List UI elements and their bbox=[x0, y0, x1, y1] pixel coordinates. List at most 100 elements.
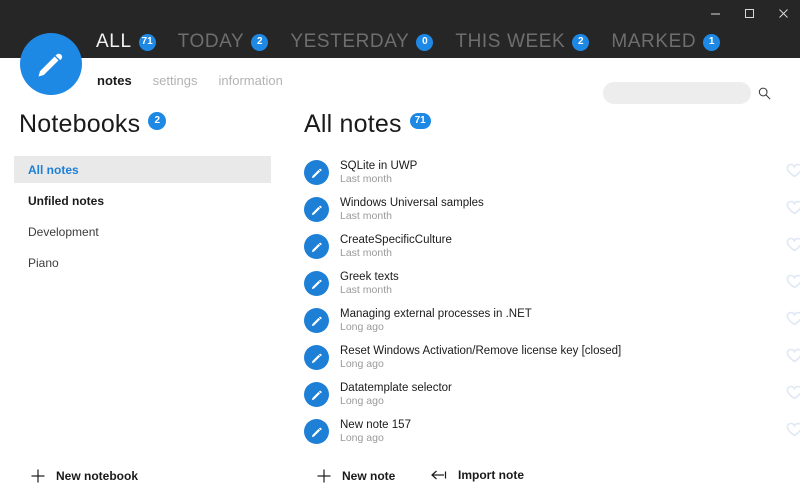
favorite-heart-icon[interactable] bbox=[786, 385, 800, 405]
notes-title: All notes bbox=[304, 110, 402, 138]
notebooks-count-badge: 2 bbox=[148, 111, 167, 130]
note-title: CreateSpecificCulture bbox=[340, 234, 452, 246]
notebook-list: All notes Unfiled notes Development Piano bbox=[14, 156, 271, 276]
nav-filter-count-badge: 0 bbox=[416, 33, 434, 51]
nav-filter-label: THIS WEEK bbox=[455, 31, 566, 52]
favorite-heart-icon[interactable] bbox=[786, 348, 800, 368]
note-row[interactable]: Greek texts Last month bbox=[304, 265, 800, 302]
note-row[interactable]: Windows Universal samples Last month bbox=[304, 191, 800, 228]
maximize-button[interactable] bbox=[732, 0, 766, 26]
note-pencil-icon bbox=[304, 382, 329, 407]
note-timestamp: Last month bbox=[340, 173, 392, 185]
note-pencil-icon bbox=[304, 308, 329, 333]
window-controls bbox=[698, 0, 800, 26]
nav-filter-today[interactable]: TODAY 2 bbox=[178, 31, 269, 53]
minimize-icon bbox=[710, 13, 720, 14]
import-arrow-icon bbox=[430, 468, 448, 482]
note-text: Datatemplate selector Long ago bbox=[340, 381, 452, 408]
nav-filter-list: ALL 71 TODAY 2 YESTERDAY 0 THIS WEEK 2 MARKED 1 bbox=[96, 26, 721, 58]
nav-filter-label: ALL bbox=[96, 31, 132, 52]
search-input[interactable] bbox=[603, 82, 751, 104]
notes-header: All notes 71 bbox=[304, 110, 431, 139]
favorite-heart-icon[interactable] bbox=[786, 422, 800, 442]
note-row[interactable]: Managing external processes in .NET Long … bbox=[304, 302, 800, 339]
note-row[interactable]: CreateSpecificCulture Last month bbox=[304, 228, 800, 265]
note-text: SQLite in UWP Last month bbox=[340, 159, 417, 186]
note-timestamp: Last month bbox=[340, 247, 392, 259]
maximize-icon bbox=[744, 8, 754, 18]
bottom-action-bar: New notebook New note Import note bbox=[0, 456, 800, 500]
notes-count-badge: 71 bbox=[409, 112, 431, 129]
note-pencil-icon bbox=[304, 234, 329, 259]
notebook-item-all-notes[interactable]: All notes bbox=[14, 156, 271, 183]
nav-filter-this-week[interactable]: THIS WEEK 2 bbox=[455, 31, 590, 53]
note-pencil-icon bbox=[304, 345, 329, 370]
note-row[interactable]: New note 157 Long ago bbox=[304, 413, 800, 450]
note-pencil-icon bbox=[304, 271, 329, 296]
nav-filter-count-badge: 2 bbox=[251, 33, 269, 51]
note-timestamp: Last month bbox=[340, 284, 392, 296]
note-title: Datatemplate selector bbox=[340, 382, 452, 394]
pencil-icon bbox=[311, 205, 322, 215]
favorite-heart-icon[interactable] bbox=[786, 311, 800, 331]
pencil-icon bbox=[311, 427, 322, 437]
note-row[interactable]: Datatemplate selector Long ago bbox=[304, 376, 800, 413]
note-text: Windows Universal samples Last month bbox=[340, 196, 484, 223]
tab-information[interactable]: information bbox=[218, 73, 282, 88]
notebooks-title: Notebooks bbox=[19, 110, 141, 138]
tab-list: notes settings information bbox=[97, 73, 283, 88]
note-pencil-icon bbox=[304, 160, 329, 185]
tab-settings[interactable]: settings bbox=[153, 73, 198, 88]
note-pencil-icon bbox=[304, 419, 329, 444]
note-row[interactable]: SQLite in UWP Last month bbox=[304, 154, 800, 191]
note-timestamp: Long ago bbox=[340, 432, 384, 444]
minimize-button[interactable] bbox=[698, 0, 732, 26]
new-note-button[interactable]: New note bbox=[316, 468, 395, 484]
search-area bbox=[603, 82, 772, 104]
note-pencil-icon bbox=[304, 197, 329, 222]
note-timestamp: Long ago bbox=[340, 358, 384, 370]
pencil-icon bbox=[311, 279, 322, 289]
note-title: Reset Windows Activation/Remove license … bbox=[340, 345, 622, 357]
pencil-icon bbox=[311, 316, 322, 326]
notebook-item-development[interactable]: Development bbox=[14, 218, 271, 245]
notebook-item-piano[interactable]: Piano bbox=[14, 249, 271, 276]
note-row[interactable]: Reset Windows Activation/Remove license … bbox=[304, 339, 800, 376]
tab-notes[interactable]: notes bbox=[97, 73, 132, 88]
note-text: Reset Windows Activation/Remove license … bbox=[340, 344, 621, 371]
new-notebook-button[interactable]: New notebook bbox=[30, 468, 138, 484]
note-title: SQLite in UWP bbox=[340, 160, 418, 172]
note-title: Greek texts bbox=[340, 271, 399, 283]
nav-filter-count-badge: 2 bbox=[572, 33, 590, 51]
notes-panel: All notes 71 SQLite in UWP Last month Wind… bbox=[283, 106, 800, 500]
import-note-label: Import note bbox=[458, 468, 524, 482]
favorite-heart-icon[interactable] bbox=[786, 237, 800, 257]
pencil-icon bbox=[311, 242, 322, 252]
plus-icon bbox=[30, 468, 46, 484]
note-text: New note 157 Long ago bbox=[340, 418, 411, 445]
favorite-heart-icon[interactable] bbox=[786, 200, 800, 220]
favorite-heart-icon[interactable] bbox=[786, 274, 800, 294]
title-bar: ALL 71 TODAY 2 YESTERDAY 0 THIS WEEK 2 MARKED 1 bbox=[0, 0, 800, 58]
notebooks-header: Notebooks 2 bbox=[19, 110, 167, 139]
note-title: New note 157 bbox=[340, 419, 411, 431]
nav-filter-count-badge: 1 bbox=[703, 33, 721, 51]
note-timestamp: Long ago bbox=[340, 395, 384, 407]
nav-filter-marked[interactable]: MARKED 1 bbox=[611, 31, 721, 53]
note-timestamp: Last month bbox=[340, 210, 392, 222]
nav-filter-all[interactable]: ALL 71 bbox=[96, 31, 156, 53]
nav-filter-count-badge: 71 bbox=[138, 33, 156, 51]
notes-list: SQLite in UWP Last month Windows Universal… bbox=[304, 154, 800, 450]
close-button[interactable] bbox=[766, 0, 800, 26]
pencil-icon bbox=[311, 168, 322, 178]
close-icon bbox=[778, 8, 788, 18]
notebook-item-unfiled-notes[interactable]: Unfiled notes bbox=[14, 187, 271, 214]
import-note-button[interactable]: Import note bbox=[430, 468, 524, 482]
note-title: Managing external processes in .NET bbox=[340, 308, 532, 320]
favorite-heart-icon[interactable] bbox=[786, 163, 800, 183]
nav-filter-yesterday[interactable]: YESTERDAY 0 bbox=[290, 31, 434, 53]
note-text: CreateSpecificCulture Last month bbox=[340, 233, 452, 260]
plus-icon bbox=[316, 468, 332, 484]
search-icon[interactable] bbox=[757, 86, 772, 101]
notebooks-panel: Notebooks 2 All notes Unfiled notes Develo… bbox=[0, 106, 283, 500]
